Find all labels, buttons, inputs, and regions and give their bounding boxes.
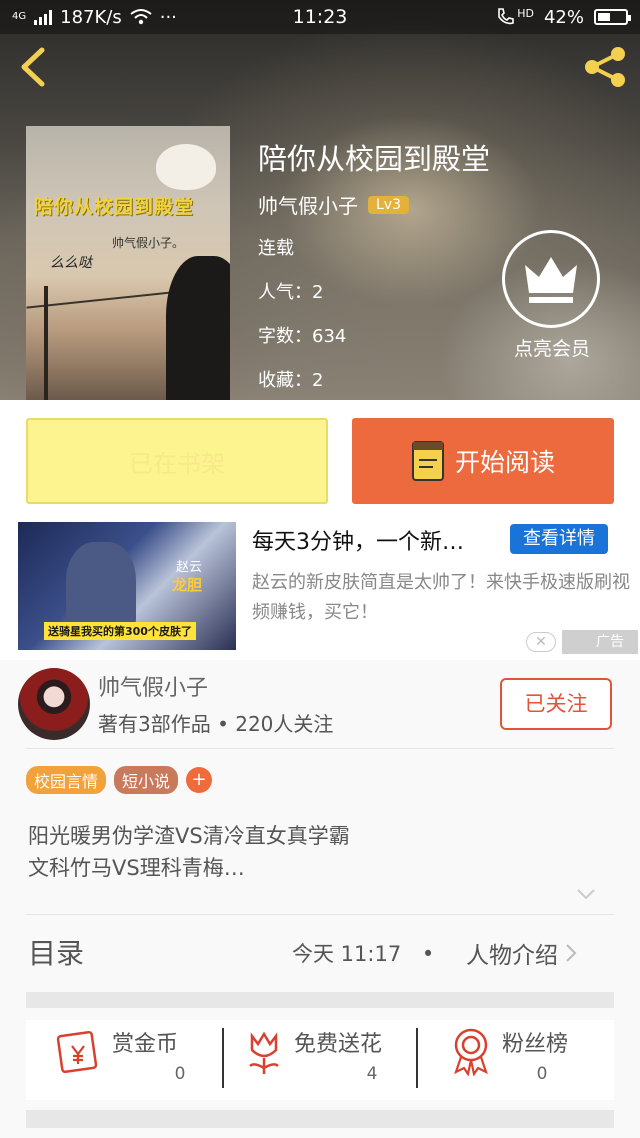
clock: 11:23 [292, 6, 348, 28]
medal-icon [454, 1028, 488, 1076]
section-spacer [26, 1110, 614, 1128]
word-count: 字数：634 [258, 326, 347, 347]
ad-hero-name: 赵云 [176, 560, 203, 575]
cover-pole [44, 286, 48, 400]
serial-status: 连载 [258, 238, 294, 259]
tag-short-story[interactable]: 短小说 [114, 766, 179, 794]
share-icon [585, 47, 625, 87]
status-bar: 4G 187K/s ··· 11:23 HD 42% [0, 0, 640, 34]
catalog-link[interactable]: 目录 [28, 932, 84, 972]
favorites-count: 收藏：2 [258, 370, 324, 391]
on-shelf-button[interactable]: 已在书架 [26, 418, 328, 504]
chevron-left-icon [21, 47, 45, 87]
ad-hero-skin: 龙胆 [172, 576, 203, 594]
reward-count: 0 [536, 1064, 548, 1084]
ad-label: 广告 [562, 630, 638, 654]
reward-count: 0 [174, 1064, 186, 1084]
add-tag-button[interactable]: + [186, 767, 213, 793]
book-icon [411, 441, 444, 481]
vip-label[interactable]: 点亮会员 [490, 334, 614, 361]
book-cover[interactable]: 陪你从校园到殿堂 帅气假小子。 么么哒 [26, 126, 230, 400]
back-button[interactable] [14, 44, 54, 90]
ad-image[interactable]: 赵云 龙胆 送骑星我买的第300个皮肤了 [18, 522, 236, 650]
reward-fans[interactable]: 粉丝榜 0 [450, 1020, 610, 1090]
expand-intro-button[interactable] [576, 886, 596, 900]
popularity: 人气：2 [258, 282, 324, 303]
ad-image-caption: 送骑星我买的第300个皮肤了 [44, 622, 196, 640]
book-info-section: 帅气假小子 著有3部作品 • 220人关注 已关注 校园言情 短小说 + 阳光暖… [0, 660, 640, 1138]
reward-bar: 赏金币 0 免费送花 4 粉丝榜 0 [26, 1020, 614, 1100]
ad-title[interactable]: 每天3分钟，一个新… [252, 524, 464, 556]
divider [416, 1028, 418, 1088]
tag-list: 校园言情 短小说 + [26, 766, 213, 794]
chevron-down-icon [577, 889, 595, 900]
reward-count: 4 [366, 1064, 378, 1084]
reward-label: 赏金币 [112, 1032, 179, 1057]
update-time: 今天 11:17 • [292, 938, 434, 968]
reward-flowers[interactable]: 免费送花 4 [244, 1020, 424, 1090]
cover-handwriting: 么么哒 [50, 255, 92, 271]
character-intro-link[interactable]: 人物介绍 [466, 936, 578, 970]
ad-detail-button[interactable]: 查看详情 [510, 524, 608, 554]
author-name[interactable]: 帅气假小子 [98, 670, 208, 702]
cover-author: 帅气假小子。 [112, 236, 185, 250]
author-line: 帅气假小子 Lv3 [258, 190, 409, 219]
cover-title: 陪你从校园到殿堂 [34, 196, 195, 218]
crown-icon [525, 257, 577, 303]
divider [222, 1028, 224, 1088]
intro-line: 阳光暖男伪学渣VS清冷直女真学霸 [28, 824, 350, 848]
character-intro-label: 人物介绍 [466, 943, 558, 969]
reward-label: 粉丝榜 [502, 1032, 569, 1057]
book-author[interactable]: 帅气假小子 [258, 190, 358, 219]
coin-envelope-icon [56, 1030, 98, 1074]
ad-close-button[interactable]: ✕ [526, 632, 556, 652]
section-spacer [26, 992, 614, 1008]
reward-label: 免费送花 [294, 1032, 383, 1057]
flower-icon [249, 1031, 279, 1074]
level-badge: Lv3 [368, 195, 409, 214]
divider [26, 748, 614, 749]
author-stats: 著有3部作品 • 220人关注 [98, 712, 334, 736]
action-bar: 已在书架 开始阅读 [0, 400, 640, 520]
vip-button[interactable] [502, 230, 600, 328]
battery-icon [594, 9, 631, 25]
start-reading-button[interactable]: 开始阅读 [352, 418, 614, 504]
start-reading-label: 开始阅读 [454, 448, 555, 477]
book-header: 4G 187K/s ··· 11:23 HD 42% 陪你从校园到殿堂 帅气假小… [0, 0, 640, 400]
share-button[interactable] [580, 44, 630, 90]
tag-campus-romance[interactable]: 校园言情 [26, 766, 107, 794]
chevron-right-icon [566, 944, 577, 962]
ad-banner[interactable]: 赵云 龙胆 送骑星我买的第300个皮肤了 每天3分钟，一个新… 查看详情 赵云的… [0, 520, 640, 660]
divider [26, 914, 614, 915]
author-avatar[interactable] [18, 668, 90, 740]
ad-description[interactable]: 赵云的新皮肤简直是太帅了！来快手极速版刷视频赚钱，买它！ [252, 568, 632, 628]
cover-illustration [156, 144, 216, 190]
follow-button[interactable]: 已关注 [500, 678, 612, 730]
update-time-text: 今天 11:17 [292, 942, 402, 966]
book-intro[interactable]: 阳光暖男伪学渣VS清冷直女真学霸 文科竹马VS理科青梅… [28, 820, 350, 884]
book-title: 陪你从校园到殿堂 [258, 142, 491, 176]
intro-line: 文科竹马VS理科青梅… [28, 856, 245, 880]
cover-silhouette [166, 256, 230, 400]
separator-dot: • [421, 942, 435, 966]
reward-coins[interactable]: 赏金币 0 [56, 1020, 226, 1090]
